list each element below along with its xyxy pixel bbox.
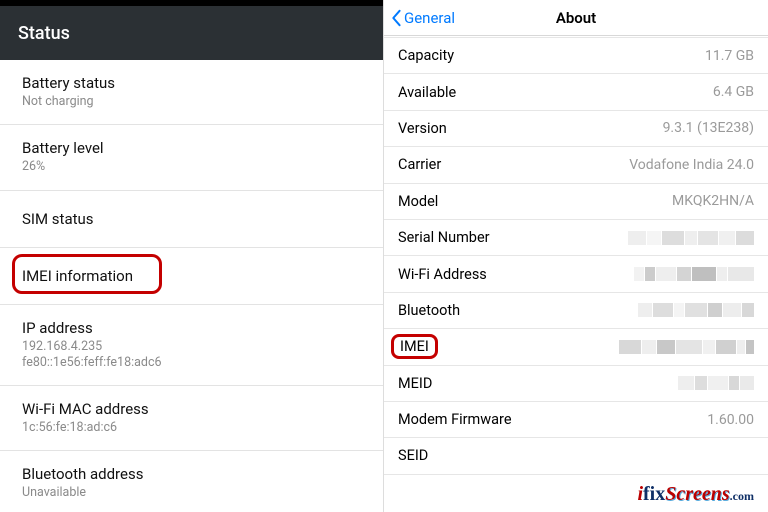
row-label: SIM status (22, 210, 361, 228)
row-value: 9.3.1 (13E238) (663, 120, 754, 136)
row-label: IMEI information (22, 267, 361, 285)
row-value: 26% (22, 159, 361, 175)
row-label: Carrier (398, 156, 441, 173)
row-value: 1.60.00 (707, 412, 754, 428)
row-imei[interactable]: IMEI (384, 329, 768, 365)
row-value-redacted (628, 231, 754, 245)
row-label: Bluetooth (398, 302, 460, 319)
android-list: Battery status Not charging Battery leve… (0, 60, 383, 512)
row-value-redacted (619, 340, 754, 354)
ios-header: General About (384, 0, 768, 36)
row-ip-address[interactable]: IP address 192.168.4.235 fe80::1e56:feff… (0, 305, 383, 387)
row-label: IP address (22, 319, 361, 337)
row-label: Wi-Fi MAC address (22, 400, 361, 418)
row-bluetooth[interactable]: Bluetooth (384, 293, 768, 329)
back-label: General (404, 9, 455, 27)
ios-list: Capacity 11.7 GB Available 6.4 GB Versio… (384, 38, 768, 475)
row-label: Modem Firmware (398, 411, 512, 428)
ios-about-panel: General About Capacity 11.7 GB Available… (384, 0, 768, 512)
row-wifi-mac[interactable]: Wi-Fi MAC address 1c:56:fe:18:ad:c6 (0, 386, 383, 451)
row-value: Unavailable (22, 485, 361, 501)
row-value: 192.168.4.235 fe80::1e56:feff:fe18:adc6 (22, 339, 361, 372)
row-label: Available (398, 84, 456, 101)
row-label: Battery level (22, 139, 361, 157)
row-value-redacted (678, 376, 754, 390)
row-label: Version (398, 120, 447, 137)
android-status-panel: Status Battery status Not charging Batte… (0, 0, 384, 512)
row-imei-information[interactable]: IMEI information (0, 248, 383, 305)
row-label: Capacity (398, 47, 454, 64)
row-value: Vodafone India 24.0 (629, 157, 754, 173)
row-modem-firmware[interactable]: Modem Firmware 1.60.00 (384, 402, 768, 438)
chevron-left-icon (390, 9, 402, 27)
row-value: MKQK2HN/A (672, 193, 754, 209)
row-sim-status[interactable]: SIM status (0, 191, 383, 248)
row-label: Serial Number (398, 229, 490, 246)
row-label: Battery status (22, 74, 361, 92)
row-battery-status[interactable]: Battery status Not charging (0, 60, 383, 125)
row-wifi-address[interactable]: Wi-Fi Address (384, 256, 768, 292)
row-model[interactable]: Model MKQK2HN/A (384, 184, 768, 220)
row-version[interactable]: Version 9.3.1 (13E238) (384, 111, 768, 147)
row-label: Wi-Fi Address (398, 266, 487, 283)
watermark-logo: ifixScreens.com (637, 483, 754, 506)
row-value-redacted (638, 303, 754, 317)
back-button[interactable]: General (390, 0, 455, 36)
row-label: Bluetooth address (22, 465, 361, 483)
row-label: MEID (398, 375, 432, 392)
row-capacity[interactable]: Capacity 11.7 GB (384, 38, 768, 74)
row-label: IMEI (391, 334, 438, 359)
android-header-title: Status (0, 6, 383, 60)
row-value: 6.4 GB (713, 84, 754, 100)
row-meid[interactable]: MEID (384, 366, 768, 402)
row-value: 11.7 GB (705, 48, 754, 64)
row-carrier[interactable]: Carrier Vodafone India 24.0 (384, 147, 768, 183)
row-battery-level[interactable]: Battery level 26% (0, 125, 383, 190)
row-seid[interactable]: SEID (384, 438, 768, 474)
row-label: Model (398, 193, 438, 210)
row-available[interactable]: Available 6.4 GB (384, 74, 768, 110)
row-value: Not charging (22, 94, 361, 110)
row-serial-number[interactable]: Serial Number (384, 220, 768, 256)
row-value-redacted (634, 267, 754, 281)
row-bluetooth-address[interactable]: Bluetooth address Unavailable (0, 451, 383, 512)
row-value: 1c:56:fe:18:ad:c6 (22, 420, 361, 436)
row-label: SEID (398, 447, 428, 464)
page-title: About (556, 9, 596, 27)
